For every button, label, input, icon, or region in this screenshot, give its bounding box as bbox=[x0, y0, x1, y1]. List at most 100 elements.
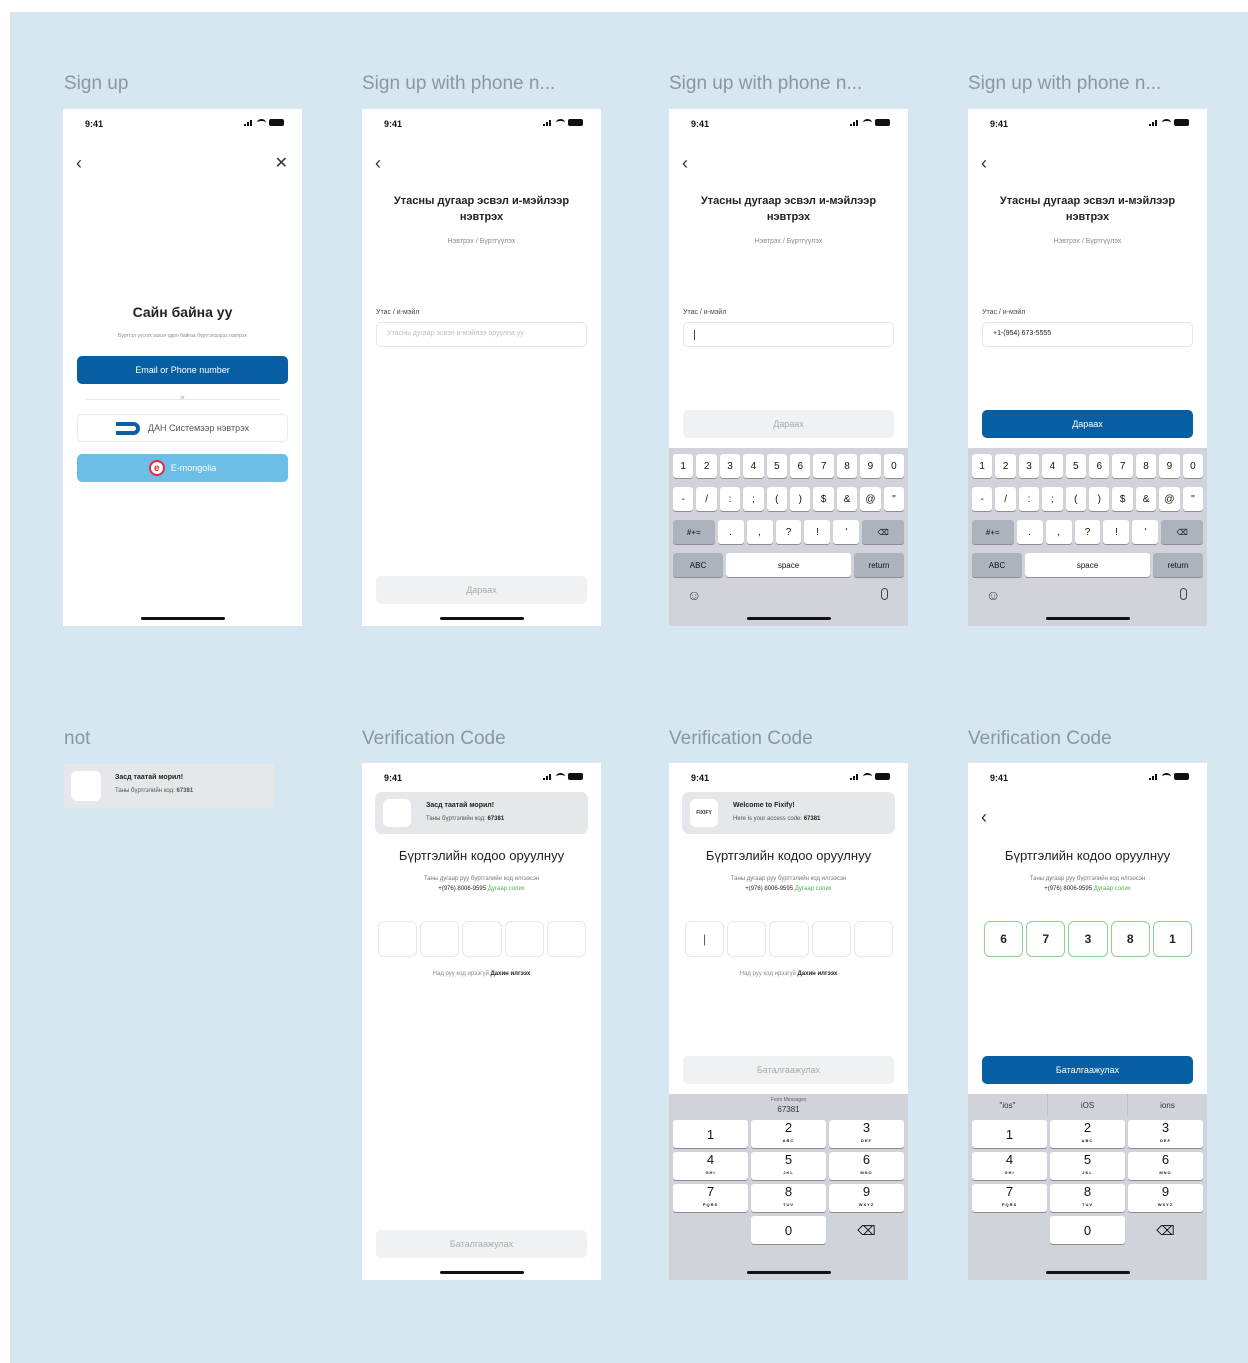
key-return[interactable]: return bbox=[1153, 553, 1203, 577]
key[interactable]: & bbox=[836, 487, 858, 511]
otp-box[interactable] bbox=[727, 921, 767, 957]
back-icon[interactable]: ‹ bbox=[981, 807, 987, 828]
resend-link[interactable]: Дахин илгээх bbox=[491, 971, 531, 977]
key[interactable]: : bbox=[1018, 487, 1040, 511]
close-icon[interactable]: ✕ bbox=[275, 153, 288, 173]
numpad-key[interactable]: 5 JKL bbox=[751, 1152, 826, 1180]
key-space[interactable]: space bbox=[726, 553, 851, 577]
suggestion-code[interactable]: From Messages 67381 bbox=[669, 1094, 908, 1116]
key[interactable]: 1 bbox=[673, 454, 694, 478]
key[interactable]: 6 bbox=[790, 454, 811, 478]
otp-box[interactable] bbox=[504, 921, 544, 957]
emoji-icon[interactable]: ☺ bbox=[687, 587, 701, 603]
delete-icon[interactable]: ⌫ bbox=[1161, 520, 1203, 544]
key[interactable]: & bbox=[1135, 487, 1157, 511]
delete-icon[interactable]: ⌫ bbox=[862, 520, 904, 544]
key[interactable]: ? bbox=[1074, 520, 1101, 544]
suggestion-item[interactable]: "ios" bbox=[968, 1094, 1047, 1116]
back-icon[interactable]: ‹ bbox=[682, 153, 688, 174]
key[interactable]: " bbox=[883, 487, 905, 511]
emoji-icon[interactable]: ☺ bbox=[986, 587, 1000, 603]
key[interactable]: . bbox=[1016, 520, 1043, 544]
next-button[interactable]: Дараах bbox=[982, 410, 1193, 438]
key-abc[interactable]: ABC bbox=[673, 553, 723, 577]
otp-box[interactable]: | bbox=[685, 921, 725, 957]
key[interactable]: ! bbox=[804, 520, 831, 544]
numpad-key[interactable]: 6 MNO bbox=[829, 1152, 904, 1180]
resend-link[interactable]: Дахин илгээх bbox=[798, 971, 838, 977]
key[interactable]: ) bbox=[790, 487, 811, 511]
key[interactable]: 8 bbox=[836, 454, 858, 478]
change-number-link[interactable]: Дугаар солих bbox=[488, 886, 525, 892]
key-return[interactable]: return bbox=[854, 553, 904, 577]
key[interactable]: 9 bbox=[1159, 454, 1180, 478]
key[interactable]: ' bbox=[1132, 520, 1159, 544]
mic-icon[interactable] bbox=[1180, 588, 1187, 600]
otp-box[interactable]: 3 bbox=[1068, 921, 1108, 957]
key[interactable]: / bbox=[696, 487, 717, 511]
key[interactable]: / bbox=[995, 487, 1016, 511]
numpad-key[interactable]: 2 ABC bbox=[1050, 1120, 1125, 1148]
numpad-key[interactable]: 3 DEF bbox=[829, 1120, 904, 1148]
back-icon[interactable]: ‹ bbox=[76, 153, 82, 174]
otp-input[interactable]: | bbox=[685, 921, 894, 957]
key[interactable]: ? bbox=[775, 520, 802, 544]
numpad-key[interactable]: 9 WXYZ bbox=[1128, 1184, 1203, 1212]
key[interactable]: 2 bbox=[995, 454, 1016, 478]
emongolia-button[interactable]: e E-mongolia bbox=[77, 454, 288, 482]
numpad-key[interactable]: 7 PQRS bbox=[972, 1184, 1047, 1212]
suggestion-item[interactable]: iOS bbox=[1047, 1094, 1127, 1116]
key[interactable]: 0 bbox=[1182, 454, 1204, 478]
key[interactable]: @ bbox=[860, 487, 881, 511]
otp-box[interactable] bbox=[853, 921, 894, 957]
key[interactable]: ! bbox=[1103, 520, 1130, 544]
key[interactable]: 7 bbox=[1112, 454, 1133, 478]
key[interactable]: ; bbox=[743, 487, 764, 511]
numpad-key[interactable]: 7 PQRS bbox=[673, 1184, 748, 1212]
numpad-key-zero[interactable]: 0 bbox=[751, 1216, 826, 1244]
key[interactable]: - bbox=[673, 487, 694, 511]
key[interactable]: ( bbox=[1065, 487, 1087, 511]
numpad-key[interactable]: 4 GHI bbox=[972, 1152, 1047, 1180]
key[interactable]: 3 bbox=[1018, 454, 1040, 478]
key[interactable]: ; bbox=[1042, 487, 1063, 511]
key[interactable]: ( bbox=[766, 487, 788, 511]
numpad-key[interactable]: 3 DEF bbox=[1128, 1120, 1203, 1148]
phone-email-input[interactable]: +1-(954) 673-5555 bbox=[982, 322, 1193, 347]
mic-icon[interactable] bbox=[881, 588, 888, 600]
otp-box[interactable] bbox=[546, 921, 587, 957]
otp-box[interactable]: 1 bbox=[1152, 921, 1193, 957]
next-button[interactable]: Дараах bbox=[683, 410, 894, 438]
key-more-symbols[interactable]: #+= bbox=[673, 520, 715, 544]
otp-box[interactable] bbox=[378, 921, 418, 957]
key[interactable]: : bbox=[719, 487, 741, 511]
phone-email-input[interactable]: Утасны дугаар эсвэл и-мэйлээ оруулна уу bbox=[376, 322, 587, 347]
key[interactable]: 5 bbox=[766, 454, 788, 478]
key[interactable]: 0 bbox=[883, 454, 905, 478]
key[interactable]: 6 bbox=[1089, 454, 1110, 478]
confirm-button[interactable]: Баталгаажулах bbox=[683, 1056, 894, 1084]
next-button[interactable]: Дараах bbox=[376, 576, 587, 604]
otp-box[interactable] bbox=[420, 921, 460, 957]
key[interactable]: ' bbox=[833, 520, 860, 544]
dan-login-button[interactable]: ДАН Системээр нэвтрэх bbox=[77, 414, 288, 442]
otp-box[interactable] bbox=[769, 921, 809, 957]
sms-notification-banner[interactable]: Засд таатай морил! Таны бүртгэлийн код: … bbox=[375, 792, 588, 834]
key[interactable]: $ bbox=[813, 487, 834, 511]
phone-email-input[interactable] bbox=[683, 322, 894, 347]
otp-input[interactable]: 67381 bbox=[984, 921, 1193, 957]
key[interactable]: 7 bbox=[813, 454, 834, 478]
numpad-key[interactable]: 8 TUV bbox=[751, 1184, 826, 1212]
key[interactable]: 5 bbox=[1065, 454, 1087, 478]
numpad-key[interactable]: 5 JKL bbox=[1050, 1152, 1125, 1180]
numpad-key-zero[interactable]: 0 bbox=[1050, 1216, 1125, 1244]
change-number-link[interactable]: Дугаар солих bbox=[1094, 886, 1131, 892]
key-more-symbols[interactable]: #+= bbox=[972, 520, 1014, 544]
key[interactable]: ) bbox=[1089, 487, 1110, 511]
key[interactable]: - bbox=[972, 487, 993, 511]
key[interactable]: 4 bbox=[1042, 454, 1063, 478]
key[interactable]: 8 bbox=[1135, 454, 1157, 478]
back-icon[interactable]: ‹ bbox=[375, 153, 381, 174]
key-space[interactable]: space bbox=[1025, 553, 1150, 577]
suggestion-item[interactable]: ions bbox=[1127, 1094, 1207, 1116]
